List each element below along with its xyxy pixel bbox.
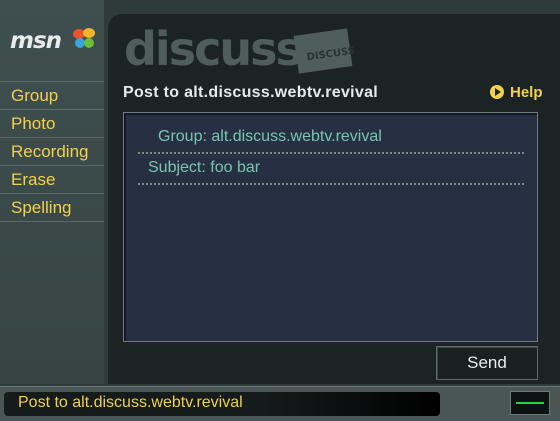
post-form-panel: Group: alt.discuss.webtv.revival Subject… (123, 112, 538, 342)
subject-field[interactable]: Subject: foo bar (138, 153, 524, 185)
signal-line (516, 402, 544, 404)
butterfly-icon (73, 28, 95, 48)
sidebar: msn Group Photo Recording Erase Spelling (0, 0, 104, 384)
sidebar-item-recording[interactable]: Recording (0, 137, 104, 165)
sidebar-item-group[interactable]: Group (0, 81, 104, 109)
sidebar-item-photo[interactable]: Photo (0, 109, 104, 137)
group-field[interactable]: Group: alt.discuss.webtv.revival (138, 122, 524, 154)
page-title: Post to alt.discuss.webtv.revival (123, 84, 379, 101)
send-button[interactable]: Send (436, 346, 538, 380)
subject-label: Subject: (148, 159, 206, 176)
help-label: Help (510, 84, 543, 101)
sidebar-item-erase[interactable]: Erase (0, 165, 104, 193)
sidebar-nav: Group Photo Recording Erase Spelling (0, 81, 104, 222)
help-button[interactable]: Help (490, 84, 543, 101)
discuss-badge-icon: DISCUSS (293, 28, 354, 74)
discuss-brand-title: discuss (124, 22, 303, 76)
sidebar-item-spelling[interactable]: Spelling (0, 193, 104, 222)
subject-value: foo bar (210, 159, 261, 176)
msn-logo[interactable]: msn (10, 28, 100, 64)
signal-indicator-icon (510, 391, 550, 415)
status-text: Post to alt.discuss.webtv.revival (18, 394, 243, 411)
group-value: alt.discuss.webtv.revival (211, 128, 382, 145)
logo-text: msn (10, 28, 62, 54)
play-circle-icon (490, 85, 504, 99)
group-label: Group: (158, 128, 207, 145)
